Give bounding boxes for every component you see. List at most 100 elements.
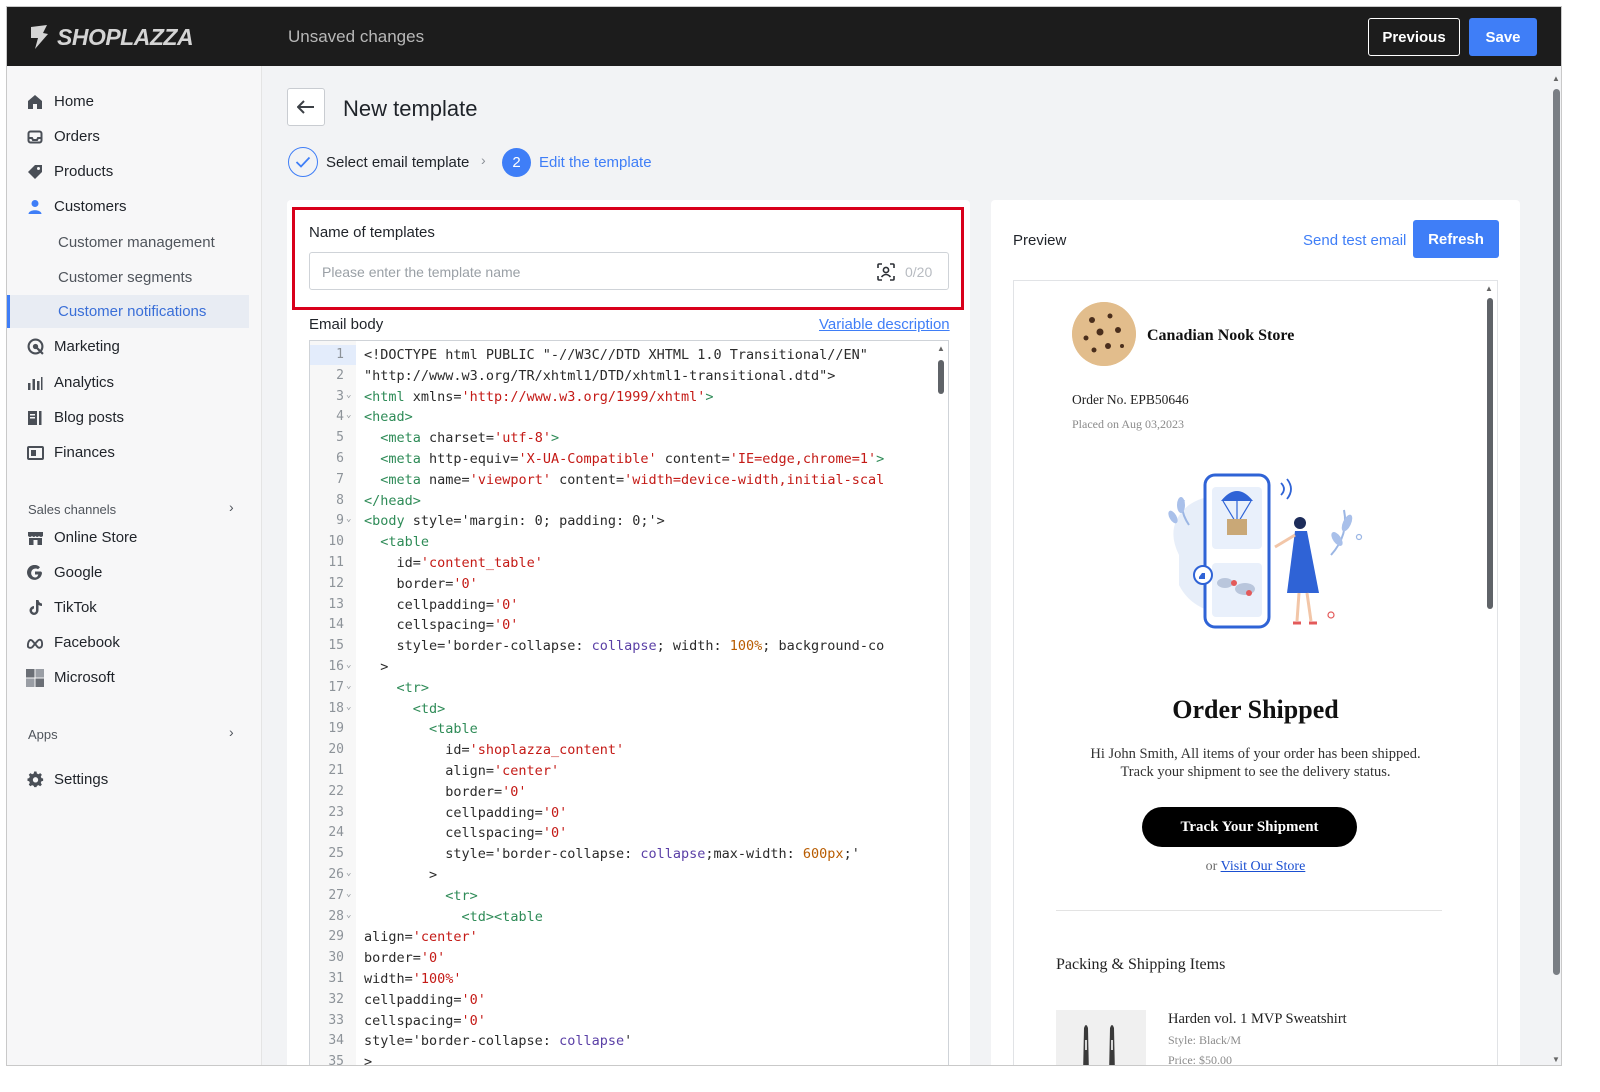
editor-scrollbar[interactable]: ▲ [937, 344, 945, 1065]
fold-chevron-icon[interactable]: ⌄ [346, 702, 351, 712]
code-line[interactable]: 12 border='0' [310, 574, 936, 595]
code-line[interactable]: 14 cellspacing='0' [310, 615, 936, 636]
scroll-up-arrow-icon[interactable]: ▲ [937, 344, 945, 353]
code-line[interactable]: 16 ⌄ > [310, 657, 936, 678]
refresh-button[interactable]: Refresh [1413, 220, 1499, 258]
code-line[interactable]: 17 ⌄ <tr> [310, 678, 936, 699]
code-line[interactable]: 29 align='center' [310, 927, 936, 948]
sidebar-item-products[interactable]: Products [7, 155, 249, 188]
packing-items-title: Packing & Shipping Items [1056, 956, 1226, 973]
sidebar-item-facebook[interactable]: Facebook [7, 626, 249, 659]
code-line[interactable]: 23 cellpadding='0' [310, 803, 936, 824]
chevron-right-icon[interactable]: › [229, 724, 234, 740]
sidebar-item-microsoft[interactable]: Microsoft [7, 661, 249, 694]
line-number: 33 [328, 1012, 344, 1028]
code-line[interactable]: 25 style='border-collapse: collapse;max-… [310, 844, 936, 865]
code-line[interactable]: 3 ⌄ <html xmlns='http://www.w3.org/1999/xh… [310, 387, 936, 408]
fold-chevron-icon[interactable]: ⌄ [346, 889, 351, 899]
visit-store-line: or Visit Our Store [1013, 859, 1498, 875]
preview-scrollbar-thumb[interactable] [1487, 298, 1493, 609]
code-line[interactable]: 30 border='0' [310, 948, 936, 969]
step-select-email-template[interactable]: Select email template [326, 154, 469, 171]
sidebar-item-home[interactable]: Home [7, 85, 249, 118]
code-line[interactable]: 8 </head> [310, 491, 936, 512]
code-text: <html xmlns='http://www.w3.org/1999/xhtm… [364, 388, 714, 405]
code-line[interactable]: 21 align='center' [310, 761, 936, 782]
code-line[interactable]: 18 ⌄ <td> [310, 699, 936, 720]
sidebar-item-customer-management[interactable]: Customer management [7, 226, 249, 259]
sidebar-item-orders[interactable]: Orders [7, 120, 249, 153]
sidebar-item-label: Finances [54, 444, 115, 461]
code-editor[interactable]: 1 <!DOCTYPE html PUBLIC "-//W3C//DTD XHTM… [309, 340, 949, 1065]
code-line[interactable]: 4 ⌄ <head> [310, 407, 936, 428]
fold-chevron-icon[interactable]: ⌄ [346, 390, 351, 400]
sidebar-item-label: Microsoft [54, 669, 115, 686]
code-line[interactable]: 33 cellspacing='0' [310, 1011, 936, 1032]
item-thumbnail [1056, 1010, 1146, 1065]
sidebar-item-tiktok[interactable]: TikTok [7, 591, 249, 624]
code-text: width='100%' [364, 970, 462, 987]
sidebar-item-online-store[interactable]: Online Store [7, 521, 249, 554]
back-button[interactable] [287, 88, 325, 126]
scrollbar-thumb[interactable] [938, 360, 944, 394]
sidebar-item-label: Customer segments [58, 269, 193, 286]
fold-chevron-icon[interactable]: ⌄ [346, 410, 351, 420]
chevron-right-icon[interactable]: › [229, 499, 234, 515]
scroll-up-arrow-icon[interactable]: ▲ [1552, 74, 1560, 83]
code-line[interactable]: 24 cellspacing='0' [310, 823, 936, 844]
fold-chevron-icon[interactable]: ⌄ [346, 868, 351, 878]
sidebar-item-blog-posts[interactable]: Blog posts [7, 401, 249, 434]
code-line[interactable]: 35 > [310, 1052, 936, 1065]
save-button[interactable]: Save [1469, 18, 1537, 56]
code-line[interactable]: 9 ⌄ <body style='margin: 0; padding: 0;'> [310, 511, 936, 532]
track-shipment-button[interactable]: Track Your Shipment [1142, 807, 1357, 847]
code-line[interactable]: 13 cellpadding='0' [310, 595, 936, 616]
page-scrollbar-thumb[interactable] [1553, 89, 1560, 975]
sidebar-item-google[interactable]: Google [7, 556, 249, 589]
sidebar-item-marketing[interactable]: Marketing [7, 330, 249, 363]
sidebar-item-customer-segments[interactable]: Customer segments [7, 261, 249, 294]
google-icon [26, 564, 44, 582]
sidebar-item-customer-notifications[interactable]: Customer notifications [7, 295, 249, 328]
code-line[interactable]: 2 "http://www.w3.org/TR/xhtml1/DTD/xhtml1… [310, 366, 936, 387]
code-line[interactable]: 31 width='100%' [310, 969, 936, 990]
code-line[interactable]: 1 <!DOCTYPE html PUBLIC "-//W3C//DTD XHTM… [310, 345, 936, 366]
store-icon [26, 529, 44, 547]
fold-chevron-icon[interactable]: ⌄ [346, 681, 351, 691]
code-line[interactable]: 19 <table [310, 719, 936, 740]
line-number: 31 [328, 970, 344, 986]
code-line[interactable]: 6 <meta http-equiv='X-UA-Compatible' con… [310, 449, 936, 470]
send-test-email-link[interactable]: Send test email [1303, 232, 1406, 249]
code-line[interactable]: 32 cellpadding='0' [310, 990, 936, 1011]
sidebar-item-settings[interactable]: Settings [7, 763, 249, 796]
fold-chevron-icon[interactable]: ⌄ [346, 514, 351, 524]
code-line[interactable]: 5 <meta charset='utf-8'> [310, 428, 936, 449]
fold-chevron-icon[interactable]: ⌄ [346, 910, 351, 920]
code-line[interactable]: 26 ⌄ > [310, 865, 936, 886]
template-name-input[interactable]: Please enter the template name 0/20 [309, 252, 949, 290]
sidebar-item-finances[interactable]: Finances [7, 436, 249, 469]
code-line[interactable]: 7 <meta name='viewport' content='width=d… [310, 470, 936, 491]
shoplazza-logo[interactable]: SHOPLAZZA [27, 23, 194, 51]
fold-chevron-icon[interactable]: ⌄ [346, 660, 351, 670]
code-text: style='border-collapse: collapse;max-wid… [364, 846, 860, 863]
shipping-illustration [1168, 473, 1363, 629]
variable-description-link[interactable]: Variable description [819, 316, 950, 333]
previous-button[interactable]: Previous [1368, 18, 1460, 56]
code-line[interactable]: 11 id='content_table' [310, 553, 936, 574]
tag-icon [26, 163, 44, 181]
scroll-down-arrow-icon[interactable]: ▼ [1552, 1055, 1560, 1064]
sidebar-item-analytics[interactable]: Analytics [7, 366, 249, 399]
code-line[interactable]: 15 style='border-collapse: collapse; wid… [310, 636, 936, 657]
visit-store-link[interactable]: Visit Our Store [1221, 859, 1306, 874]
code-line[interactable]: 28 ⌄ <td><table [310, 907, 936, 928]
code-line[interactable]: 22 border='0' [310, 782, 936, 803]
code-line[interactable]: 27 ⌄ <tr> [310, 886, 936, 907]
sidebar-item-customers[interactable]: Customers [7, 190, 249, 223]
line-number: 1 [336, 347, 344, 362]
scan-person-icon[interactable] [876, 262, 896, 282]
scroll-up-arrow-icon[interactable]: ▲ [1485, 284, 1493, 293]
code-line[interactable]: 10 <table [310, 532, 936, 553]
code-line[interactable]: 34 style='border-collapse: collapse' [310, 1031, 936, 1052]
code-line[interactable]: 20 id='shoplazza_content' [310, 740, 936, 761]
